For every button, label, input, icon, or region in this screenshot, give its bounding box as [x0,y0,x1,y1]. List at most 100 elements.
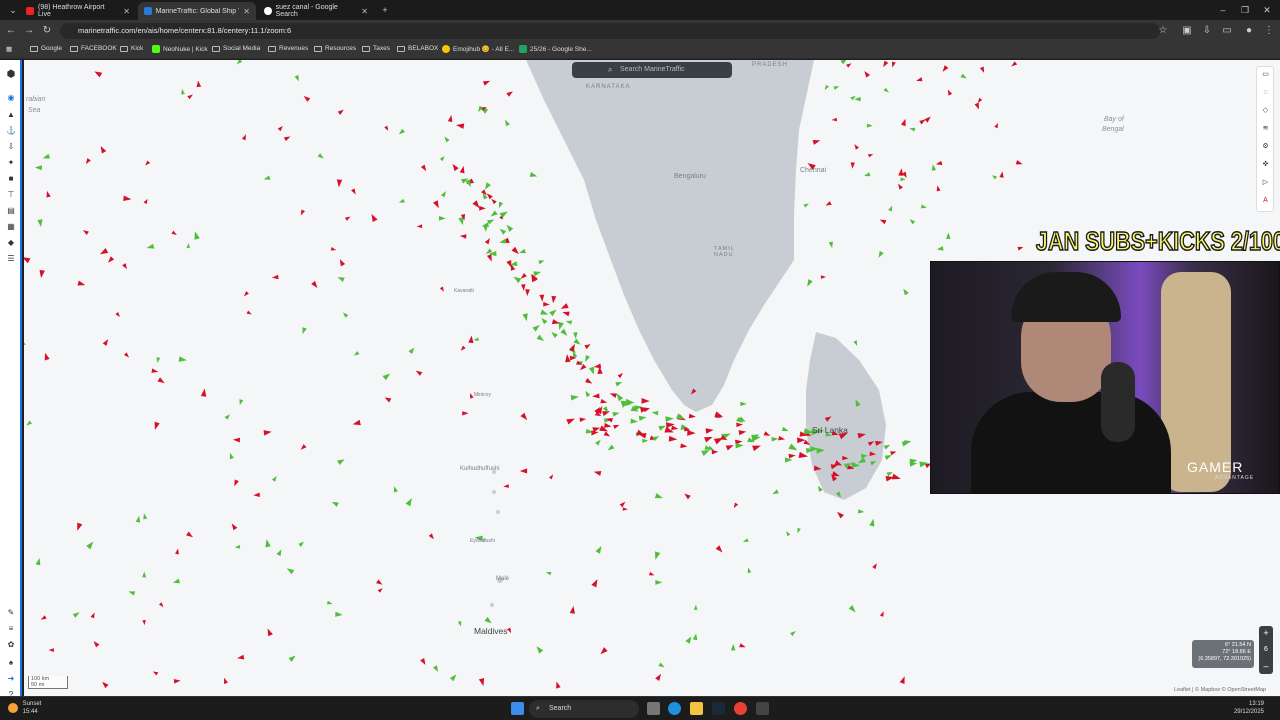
cargo-icon[interactable]: ■ [6,174,16,183]
vessel-marker[interactable] [506,627,513,634]
forward-icon[interactable]: → [22,24,36,38]
vessel-marker[interactable] [579,417,587,423]
profile-avatar[interactable]: ● [1242,24,1256,38]
vessel-marker[interactable] [740,401,747,407]
edge-icon[interactable] [668,702,681,715]
vessel-marker[interactable] [468,392,474,399]
list-icon[interactable]: ☰ [6,254,16,263]
vessel-marker[interactable] [102,338,110,346]
vessel-marker[interactable] [823,84,829,91]
vessel-marker[interactable] [35,557,42,566]
vessel-marker[interactable] [550,330,558,338]
vessel-marker[interactable] [658,662,665,670]
vessel-marker[interactable] [562,310,570,317]
vessel-marker[interactable] [264,539,271,548]
vessel-marker[interactable] [584,390,591,398]
vessel-marker[interactable] [883,443,891,450]
measure-icon[interactable]: ✜ [1261,160,1270,169]
vessel-marker[interactable] [84,158,91,165]
vessel-marker[interactable] [545,570,552,576]
url-field[interactable]: marinetraffic.com/en/ais/home/centerx:81… [60,23,1160,39]
vessel-marker[interactable] [142,513,148,520]
system-clock[interactable]: 13:19 29/12/2025 [1222,700,1264,716]
vessel-marker[interactable] [235,60,243,66]
vessel-marker[interactable] [974,102,981,111]
vessel-marker[interactable] [484,616,494,625]
maximize-button[interactable]: ❐ [1234,0,1256,20]
vessel-marker[interactable] [548,473,555,480]
vessel-marker[interactable] [866,123,873,128]
vessel-marker[interactable] [739,643,746,649]
vessel-marker[interactable] [790,629,797,637]
vessel-marker[interactable] [142,571,147,578]
extensions-icon[interactable]: ▣ [1180,24,1194,38]
area-icon[interactable]: A [1261,196,1270,205]
vessel-marker[interactable] [652,434,661,442]
vessel-marker[interactable] [353,351,360,357]
vessel-marker[interactable] [788,453,796,459]
vessel-marker[interactable] [156,357,161,364]
vessel-marker[interactable] [554,681,561,689]
vessel-marker[interactable] [128,589,136,596]
vessel-marker[interactable] [99,248,109,257]
vessel-marker[interactable] [186,242,190,249]
bookmark-resources[interactable]: Resources [314,45,356,52]
vessel-marker[interactable] [595,438,602,446]
vessel-marker[interactable] [763,431,772,438]
vessel-marker[interactable] [909,126,916,132]
vessel-marker[interactable] [438,215,446,221]
bookmark-facebook[interactable]: FACEBOOK [70,45,117,52]
vessel-marker[interactable] [338,258,346,267]
vessel-marker[interactable] [408,346,417,355]
vessel-marker[interactable] [24,341,27,346]
chat-icon[interactable]: ▭ [1261,70,1270,79]
vessel-marker[interactable] [901,439,911,447]
vessel-marker[interactable] [846,62,853,68]
vessel-marker[interactable] [655,580,663,585]
vessel-marker[interactable] [654,493,664,501]
vessel-marker[interactable] [277,124,285,132]
vessel-icon[interactable]: ▲ [6,110,16,119]
bookmark-belabox[interactable]: BELABOX [397,45,438,52]
vessel-marker[interactable] [592,393,600,399]
vessel-marker[interactable] [34,165,42,171]
vessel-marker[interactable] [683,492,691,500]
vessel-marker[interactable] [960,73,968,81]
vessel-marker[interactable] [520,412,529,422]
vessel-marker[interactable] [330,247,337,252]
vessel-marker[interactable] [833,84,840,90]
vessel-marker[interactable] [881,60,889,69]
vessel-marker[interactable] [439,155,446,162]
vessel-marker[interactable] [351,188,357,195]
vessel-marker[interactable] [48,648,54,652]
vessel-marker[interactable] [630,418,639,424]
vessel-marker[interactable] [711,449,719,455]
vessel-marker[interactable] [752,443,762,452]
vessel-marker[interactable] [506,89,514,97]
vessel-marker[interactable] [638,415,647,421]
vessel-marker[interactable] [732,502,739,510]
vessel-marker[interactable] [43,352,50,361]
download-icon[interactable]: ⇩ [1200,24,1214,38]
vessel-marker[interactable] [525,289,530,297]
vessel-marker[interactable] [578,364,587,372]
vessel-marker[interactable] [593,469,602,476]
vessel-marker[interactable] [730,643,736,651]
vessel-marker[interactable] [600,398,608,405]
vessel-marker[interactable] [497,201,504,209]
vessel-marker[interactable] [77,280,86,288]
fleet-icon[interactable]: ✦ [6,158,16,167]
vessel-marker[interactable] [603,431,612,438]
vessel-marker[interactable] [271,274,279,280]
vessel-marker[interactable] [459,165,466,174]
vessel-marker[interactable] [172,578,180,585]
vessel-marker[interactable] [382,371,392,381]
vessel-marker[interactable] [796,527,801,534]
vessel-marker[interactable] [569,605,576,614]
vessel-marker[interactable] [341,311,349,318]
vessel-marker[interactable] [606,444,615,453]
vessel-marker[interactable] [1010,61,1018,68]
bookmark-star-icon[interactable]: ☆ [1156,24,1170,38]
vessel-marker[interactable] [685,635,693,644]
back-icon[interactable]: ← [4,24,18,38]
